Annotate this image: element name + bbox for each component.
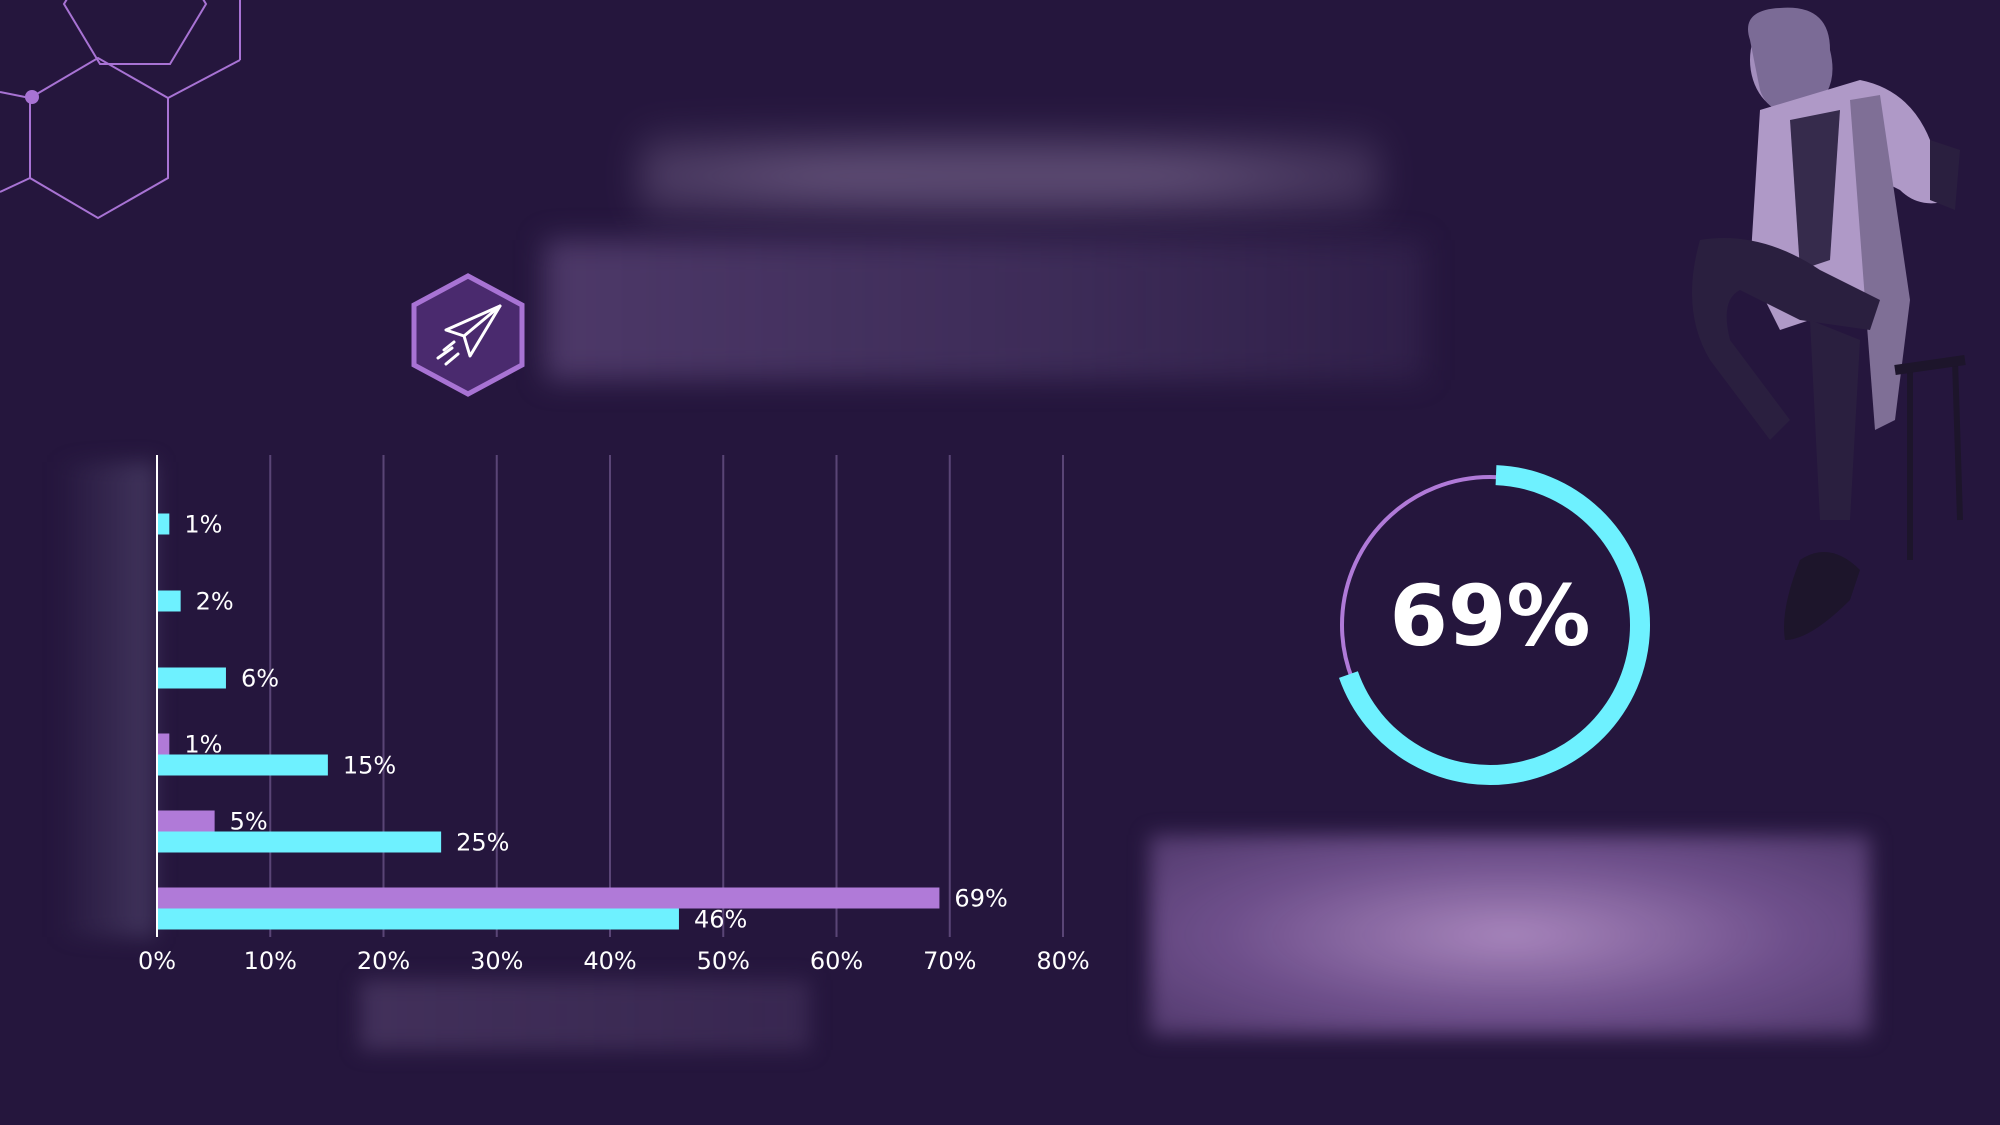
- x-tick-label: 40%: [583, 947, 636, 975]
- chart-grid: [269, 455, 1064, 937]
- bar-cyan: [158, 667, 226, 689]
- bar-cyan-label: 46%: [694, 906, 747, 934]
- bar-purple: [158, 887, 940, 909]
- bar-purple-label: 5%: [230, 808, 268, 836]
- bar-cyan-label: 15%: [343, 752, 396, 780]
- character-illustration: [1692, 7, 1966, 640]
- bar-chart: 1% 2% 6% 1% 15% 5% 25% 69% 46% 0% 10% 20% 30% 40% 50%…: [138, 455, 1090, 975]
- chart-x-ticks: 0% 10% 20% 30% 40% 50% 60% 70% 80%: [138, 947, 1090, 975]
- bar-cyan-label: 1%: [184, 511, 222, 539]
- bar-purple-label: 69%: [954, 885, 1007, 913]
- donut-gauge: 69%: [1339, 465, 1650, 785]
- x-tick-label: 0%: [138, 947, 176, 975]
- blurred-caption: [360, 980, 810, 1050]
- bar-purple-label: 1%: [184, 731, 222, 759]
- bar-purple: [158, 810, 215, 832]
- hexagon-decoration: [0, 0, 241, 220]
- blurred-description-box: [1150, 835, 1870, 1035]
- chart-data-labels: 1% 2% 6% 1% 15% 5% 25% 69% 46%: [184, 511, 1007, 934]
- bar-cyan-label: 2%: [196, 588, 234, 616]
- x-tick-label: 10%: [244, 947, 297, 975]
- donut-value-label: 69%: [1389, 567, 1590, 665]
- blurred-subtitle: [545, 240, 1425, 380]
- x-tick-label: 20%: [357, 947, 410, 975]
- badge-hexagon: [411, 273, 525, 397]
- x-tick-label: 80%: [1036, 947, 1089, 975]
- blurred-title: [640, 110, 1380, 230]
- bar-cyan-label: 6%: [241, 665, 279, 693]
- bar-purple: [158, 733, 170, 755]
- bar-cyan: [158, 908, 679, 930]
- bar-cyan: [158, 513, 170, 535]
- x-tick-label: 60%: [810, 947, 863, 975]
- bar-cyan: [158, 590, 181, 612]
- x-tick-label: 50%: [697, 947, 750, 975]
- x-tick-label: 70%: [923, 947, 976, 975]
- x-tick-label: 30%: [470, 947, 523, 975]
- bar-cyan-label: 25%: [456, 829, 509, 857]
- bar-cyan: [158, 831, 442, 853]
- chart-bars: [158, 513, 940, 930]
